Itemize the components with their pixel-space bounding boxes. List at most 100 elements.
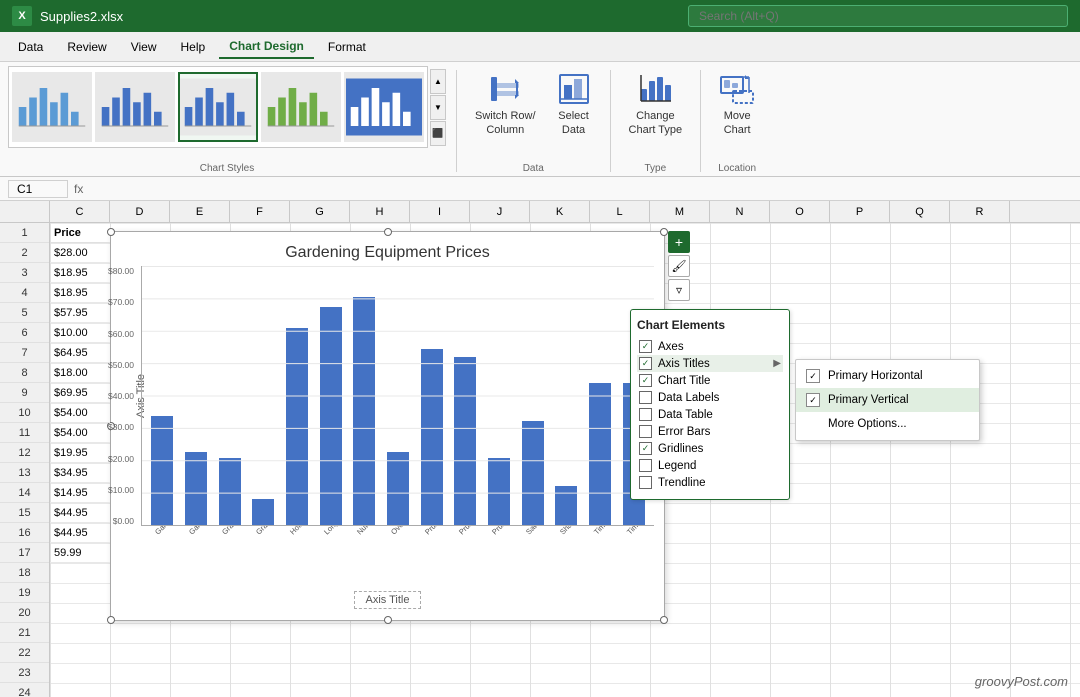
menu-view[interactable]: View [121, 36, 167, 58]
menu-review[interactable]: Review [57, 36, 116, 58]
price-cell-2[interactable]: $18.95 [50, 283, 110, 303]
col-header-q[interactable]: Q [890, 201, 950, 222]
row-header-22[interactable]: 22 [0, 643, 49, 663]
resize-s[interactable] [384, 616, 392, 624]
ce-chart-title[interactable]: ✓ Chart Title [637, 372, 783, 389]
bar-group-6[interactable] [348, 266, 381, 525]
price-cell-7[interactable]: $69.95 [50, 383, 110, 403]
col-header-e[interactable]: E [170, 201, 230, 222]
row-header-6[interactable]: 6 [0, 323, 49, 343]
chart-style-4[interactable] [261, 72, 341, 142]
submenu-primary-vertical[interactable]: ✓ Primary Vertical [796, 388, 979, 412]
search-input[interactable] [688, 5, 1068, 27]
col-header-m[interactable]: M [650, 201, 710, 222]
resize-n[interactable] [384, 228, 392, 236]
ce-data-table[interactable]: Data Table [637, 406, 783, 423]
ce-error-bars[interactable]: Error Bars [637, 423, 783, 440]
bar-group-11[interactable] [516, 266, 549, 525]
row-header-5[interactable]: 5 [0, 303, 49, 323]
bar-group-13[interactable] [584, 266, 617, 525]
col-header-k[interactable]: K [530, 201, 590, 222]
row-header-13[interactable]: 13 [0, 463, 49, 483]
row-header-19[interactable]: 19 [0, 583, 49, 603]
col-header-i[interactable]: I [410, 201, 470, 222]
ce-error-bars-checkbox[interactable] [639, 425, 652, 438]
ce-axis-titles[interactable]: ✓ Axis Titles ▶ [637, 355, 783, 372]
menu-help[interactable]: Help [171, 36, 216, 58]
price-cell-9[interactable]: $54.00 [50, 423, 110, 443]
ce-legend-checkbox[interactable] [639, 459, 652, 472]
bar-group-3[interactable] [247, 266, 280, 525]
price-cell-14[interactable]: $44.95 [50, 523, 110, 543]
resize-ne[interactable] [660, 228, 668, 236]
add-chart-element-button[interactable]: + [668, 231, 690, 253]
row-header-14[interactable]: 14 [0, 483, 49, 503]
bar-group-2[interactable] [213, 266, 246, 525]
col-header-f[interactable]: F [230, 201, 290, 222]
col-header-o[interactable]: O [770, 201, 830, 222]
price-cell-10[interactable]: $19.95 [50, 443, 110, 463]
price-footer[interactable]: 59.99 [50, 543, 110, 563]
ce-gridlines-checkbox[interactable]: ✓ [639, 442, 652, 455]
bar-group-4[interactable] [281, 266, 314, 525]
row-header-18[interactable]: 18 [0, 563, 49, 583]
col-header-g[interactable]: G [290, 201, 350, 222]
ce-legend[interactable]: Legend [637, 457, 783, 474]
ce-data-labels-checkbox[interactable] [639, 391, 652, 404]
submenu-primary-horizontal[interactable]: ✓ Primary Horizontal [796, 364, 979, 388]
row-header-1[interactable]: 1 [0, 223, 49, 243]
chart-style-3[interactable] [178, 72, 258, 142]
gallery-scroll-down[interactable]: ▼ [430, 95, 446, 120]
ce-data-table-checkbox[interactable] [639, 408, 652, 421]
ce-axis-titles-checkbox[interactable]: ✓ [639, 357, 652, 370]
row-header-16[interactable]: 16 [0, 523, 49, 543]
col-header-l[interactable]: L [590, 201, 650, 222]
row-header-20[interactable]: 20 [0, 603, 49, 623]
price-cell-12[interactable]: $14.95 [50, 483, 110, 503]
bar-group-8[interactable] [415, 266, 448, 525]
menu-chart-design[interactable]: Chart Design [219, 35, 314, 59]
bar-group-0[interactable] [146, 266, 179, 525]
gallery-scroll-more[interactable]: ⬛ [430, 121, 446, 146]
col-header-c[interactable]: C [50, 201, 110, 222]
col-header-n[interactable]: N [710, 201, 770, 222]
ce-trendline-checkbox[interactable] [639, 476, 652, 489]
row-header-21[interactable]: 21 [0, 623, 49, 643]
row-header-10[interactable]: 10 [0, 403, 49, 423]
price-cell-3[interactable]: $57.95 [50, 303, 110, 323]
switch-row-column-button[interactable]: Switch Row/Column [467, 66, 544, 142]
price-cell-6[interactable]: $18.00 [50, 363, 110, 383]
col-header-j[interactable]: J [470, 201, 530, 222]
chart-filter-button[interactable]: ▿ [668, 279, 690, 301]
row-header-15[interactable]: 15 [0, 503, 49, 523]
chart-style-2[interactable] [95, 72, 175, 142]
chart-style-5[interactable] [344, 72, 424, 142]
row-header-7[interactable]: 7 [0, 343, 49, 363]
col-header-p[interactable]: P [830, 201, 890, 222]
row-header-9[interactable]: 9 [0, 383, 49, 403]
row-header-17[interactable]: 17 [0, 543, 49, 563]
gallery-scroll-up[interactable]: ▲ [430, 69, 446, 94]
chart-styles-button[interactable]: 🖌 [668, 255, 690, 277]
row-header-3[interactable]: 3 [0, 263, 49, 283]
col-header-d[interactable]: D [110, 201, 170, 222]
move-chart-button[interactable]: MoveChart [711, 66, 763, 142]
price-cell-8[interactable]: $54.00 [50, 403, 110, 423]
bar-group-12[interactable] [550, 266, 583, 525]
menu-data[interactable]: Data [8, 36, 53, 58]
bar-group-5[interactable] [314, 266, 347, 525]
chart-container[interactable]: Gardening Equipment Prices Axis Title $8… [110, 231, 665, 621]
row-header-12[interactable]: 12 [0, 443, 49, 463]
bar-group-1[interactable] [180, 266, 213, 525]
bar-group-7[interactable] [382, 266, 415, 525]
ce-data-labels[interactable]: Data Labels [637, 389, 783, 406]
select-data-button[interactable]: SelectData [548, 66, 600, 142]
price-cell-13[interactable]: $44.95 [50, 503, 110, 523]
submenu-more-options[interactable]: More Options... [796, 412, 979, 436]
resize-sw[interactable] [107, 616, 115, 624]
price-cell-1[interactable]: $18.95 [50, 263, 110, 283]
menu-format[interactable]: Format [318, 36, 376, 58]
ce-chart-title-checkbox[interactable]: ✓ [639, 374, 652, 387]
chart-style-1[interactable] [12, 72, 92, 142]
row-header-23[interactable]: 23 [0, 663, 49, 683]
